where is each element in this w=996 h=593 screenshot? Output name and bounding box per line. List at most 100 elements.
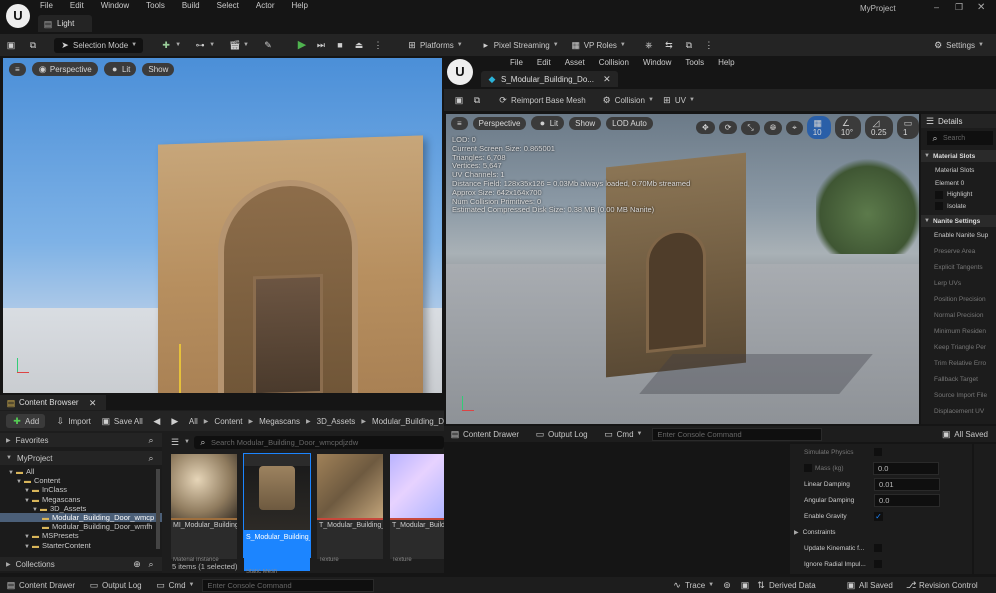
console-input[interactable]: Enter Console Command: [202, 578, 375, 592]
folder-tree-item[interactable]: ▼ ▬ Content: [0, 476, 162, 485]
import-button[interactable]: ⇩ Import: [55, 416, 90, 426]
menu-item-tools[interactable]: Tools: [146, 1, 165, 10]
stop-trace-icon[interactable]: ⊚: [722, 580, 732, 590]
pixel-streaming-button[interactable]: ▸ Pixel Streaming ▼: [481, 40, 558, 50]
menu-item-build[interactable]: Build: [182, 1, 200, 10]
asset-tile[interactable]: MI_Modular_Building_Door_wmcpdjzdw_2KMat…: [171, 454, 237, 563]
menu-item-file[interactable]: File: [40, 1, 53, 10]
asset-tile[interactable]: T_Modular_Building_Door_wmcpdjzdw_2K_DTe…: [317, 454, 383, 563]
scale-icon[interactable]: ⤡: [741, 120, 760, 135]
editor-menu-item-tools[interactable]: Tools: [685, 58, 704, 67]
modes-icon[interactable]: ✎: [263, 40, 273, 50]
collections-header[interactable]: ▶ Collections ⊕ ⌕: [0, 557, 162, 571]
editor-menu-item-help[interactable]: Help: [718, 58, 734, 67]
isolate-checkbox[interactable]: [935, 202, 943, 210]
save-icon[interactable]: ▣: [6, 40, 16, 50]
menu-item-window[interactable]: Window: [101, 1, 129, 10]
filter-icon[interactable]: ☰: [170, 437, 180, 447]
browse-icon[interactable]: ⧉: [28, 40, 38, 50]
details-search-input[interactable]: ⌕ Search: [927, 131, 993, 145]
menu-item-help[interactable]: Help: [292, 1, 308, 10]
update-kinematic-checkbox[interactable]: [874, 544, 882, 552]
tree-scrollbar[interactable]: [156, 469, 160, 549]
nanite-setting-row[interactable]: Explicit Tangents: [921, 259, 996, 275]
breadcrumb-item[interactable]: All: [189, 417, 198, 426]
revision-icon[interactable]: ⎈: [644, 40, 654, 50]
mesh-viewport-menu-button[interactable]: ≡: [451, 116, 468, 130]
close-tab-icon[interactable]: ✕: [88, 398, 98, 408]
asset-search-input[interactable]: ⌕ Search Modular_Building_Door_wmcpdjzdw: [193, 435, 444, 449]
search-icon[interactable]: ⌕: [146, 453, 156, 463]
add-actor-icon[interactable]: ✚: [161, 40, 171, 50]
play-icon[interactable]: ▶: [297, 40, 307, 51]
translate-icon[interactable]: ✥: [696, 121, 715, 134]
folder-tree-item[interactable]: ▼ ▬ 3D_Assets: [0, 504, 162, 513]
angle-snap-button[interactable]: ∠ 10°: [834, 116, 861, 139]
search-icon[interactable]: ⌕: [146, 559, 156, 569]
ignore-radial-checkbox[interactable]: [874, 560, 882, 568]
close-icon[interactable]: ✕: [977, 2, 985, 13]
breadcrumb-item[interactable]: 3D_Assets: [317, 417, 356, 426]
cinematics-icon[interactable]: 🎬︎: [229, 40, 240, 50]
editor-menu-item-asset[interactable]: Asset: [565, 58, 585, 67]
close-tab-icon[interactable]: ✕: [602, 74, 612, 84]
editor-menu-item-file[interactable]: File: [510, 58, 523, 67]
constraints-row[interactable]: ▶ Constraints: [790, 524, 972, 540]
mesh-viewport[interactable]: ≡ Perspective ● Lit Show LOD Auto ✥ ⟳ ⤡ …: [446, 114, 919, 424]
folder-tree-item[interactable]: ▬ Modular_Building_Door_wmcp: [0, 512, 162, 523]
nanite-setting-row[interactable]: Enable Nanite Sup: [921, 227, 996, 243]
nanite-setting-row[interactable]: Keep Triangle Per: [921, 339, 996, 355]
folder-tree-item[interactable]: ▼ ▬ All: [0, 467, 162, 476]
breadcrumb-item[interactable]: Megascans: [259, 417, 300, 426]
skip-icon[interactable]: ⏭: [316, 40, 326, 50]
world-icon[interactable]: 🌐︎: [763, 120, 783, 135]
derived-data-button[interactable]: ⇅ Derived Data: [756, 580, 815, 590]
grid-snap-button[interactable]: ▦ 10: [806, 116, 831, 139]
mesh-console-input[interactable]: Enter Console Command: [652, 427, 823, 441]
menu-item-edit[interactable]: Edit: [70, 1, 84, 10]
nanite-setting-row[interactable]: Lerp UVs: [921, 275, 996, 291]
mesh-output-log-button[interactable]: ▭ Output Log: [535, 429, 588, 439]
output-log-button[interactable]: ▭ Output Log: [89, 580, 142, 590]
lod-auto-button[interactable]: LOD Auto: [606, 116, 653, 130]
breadcrumb-item[interactable]: Modular_Building_D: [372, 417, 444, 426]
editor-menu-item-window[interactable]: Window: [643, 58, 671, 67]
show-button[interactable]: Show: [142, 62, 175, 76]
enable-gravity-checkbox[interactable]: ✓: [874, 511, 883, 521]
mesh-cmd-button[interactable]: ▭ Cmd ▼: [604, 429, 642, 439]
nanite-setting-row[interactable]: Trim Relative Erro: [921, 355, 996, 371]
perspective-button[interactable]: ◉ Perspective: [31, 62, 98, 76]
add-button[interactable]: ✚ Add: [6, 414, 46, 428]
highlight-checkbox[interactable]: [935, 190, 943, 199]
mesh-content-drawer-button[interactable]: ▤ Content Drawer: [450, 429, 519, 439]
nanite-setting-row[interactable]: Source Import File: [921, 387, 996, 403]
nanite-setting-row[interactable]: Minimum Residen: [921, 323, 996, 339]
folder-tree-item[interactable]: ▼ ▬ MSPresets: [0, 531, 162, 540]
scale-snap-button[interactable]: ◿ 0.25: [864, 116, 893, 139]
nanite-setting-row[interactable]: Preserve Area: [921, 243, 996, 259]
platforms-button[interactable]: ⊞ Platforms ▼: [407, 40, 463, 50]
minimize-icon[interactable]: –: [934, 2, 939, 12]
simulate-physics-checkbox[interactable]: [874, 448, 882, 456]
mesh-show-button[interactable]: Show: [569, 116, 602, 130]
mesh-perspective-button[interactable]: Perspective: [472, 116, 527, 130]
favorites-header[interactable]: ▶ Favorites ⌕: [0, 433, 162, 447]
options-icon[interactable]: ⋮: [704, 40, 714, 50]
back-icon[interactable]: ◀: [153, 416, 161, 426]
mesh-lit-button[interactable]: ● Lit: [531, 116, 565, 130]
search-icon[interactable]: ⌕: [146, 435, 156, 445]
nanite-setting-row[interactable]: Displacement UV: [921, 403, 996, 419]
content-drawer-button[interactable]: ▤ Content Drawer: [6, 580, 75, 590]
camera-trace-icon[interactable]: ▣: [740, 580, 750, 590]
sync-icon[interactable]: ⇆: [664, 40, 674, 50]
nanite-section[interactable]: ▼ Nanite Settings: [921, 215, 996, 227]
selection-mode-button[interactable]: ➤ Selection Mode ▼: [54, 37, 144, 53]
camera-speed-button[interactable]: ▭ 1: [896, 116, 919, 139]
stop-icon[interactable]: ■: [335, 40, 345, 50]
revision-control-button[interactable]: ⎇ Revision Control: [906, 580, 978, 590]
level-tab[interactable]: ▤ Light: [38, 15, 92, 32]
breadcrumb-item[interactable]: Content: [214, 417, 242, 426]
save-all-button[interactable]: ▣ Save All: [101, 416, 143, 426]
folder-tree-item[interactable]: ▼ ▬ InClass: [0, 485, 162, 494]
asset-tile[interactable]: S_Modular_Building_Door_wmcpdjzdw_lod3_V…: [243, 453, 311, 575]
